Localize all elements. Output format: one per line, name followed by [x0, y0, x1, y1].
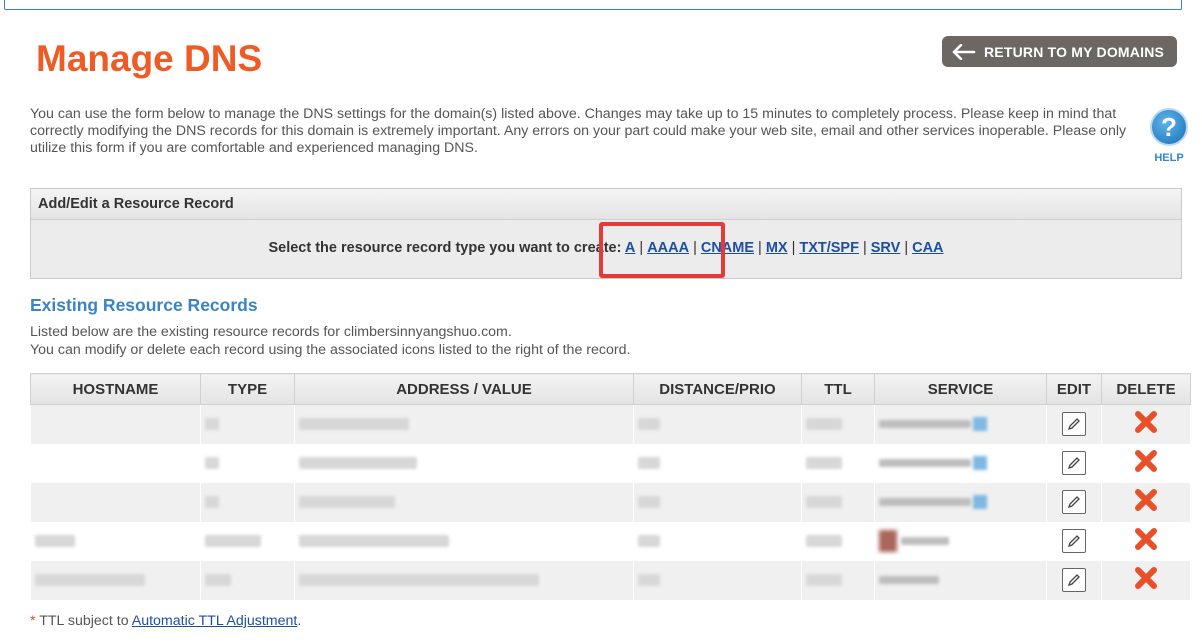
record-type-txt-spf-link[interactable]: TXT/SPF	[799, 240, 859, 256]
hostname-cell	[30, 404, 201, 444]
help-label: HELP	[1154, 152, 1184, 164]
records-table: HOSTNAME TYPE ADDRESS / VALUE DISTANCE/P…	[30, 373, 1191, 600]
address-cell	[294, 482, 634, 522]
service-cell	[874, 443, 1047, 483]
help-link[interactable]: ? HELP	[1148, 108, 1190, 164]
table-row	[30, 443, 1191, 483]
hostname-cell	[30, 443, 201, 483]
page-title: Manage DNS	[36, 38, 263, 79]
edit-cell	[1046, 560, 1102, 600]
type-cell	[200, 482, 295, 522]
type-cell	[200, 560, 295, 600]
record-type-srv-link[interactable]: SRV	[871, 240, 901, 256]
automatic-ttl-adjustment-link[interactable]: Automatic TTL Adjustment	[132, 613, 298, 629]
type-cell	[200, 521, 295, 561]
ttl-cell	[801, 404, 875, 444]
ttl-cell	[801, 521, 875, 561]
edit-cell	[1046, 482, 1102, 522]
add-record-panel: Add/Edit a Resource Record Select the re…	[30, 188, 1182, 279]
col-delete: DELETE	[1101, 373, 1191, 405]
col-edit: EDIT	[1046, 373, 1102, 405]
col-distance: DISTANCE/PRIO	[633, 373, 802, 405]
ttl-cell	[801, 482, 875, 522]
service-cell	[874, 560, 1047, 600]
existing-records-description: Listed below are the existing resource r…	[30, 323, 630, 359]
service-cell	[874, 482, 1047, 522]
delete-x-icon[interactable]	[1133, 565, 1159, 596]
distance-cell	[633, 560, 802, 600]
arrow-left-icon	[952, 43, 976, 60]
ttl-cell	[801, 443, 875, 483]
address-cell	[294, 560, 634, 600]
address-cell	[294, 521, 634, 561]
record-type-selector: Select the resource record type you want…	[268, 240, 944, 256]
col-type: TYPE	[200, 373, 295, 405]
intro-text: You can use the form below to manage the…	[30, 106, 1127, 156]
delete-x-icon[interactable]	[1133, 526, 1159, 557]
distance-cell	[633, 521, 802, 561]
question-circle-icon: ?	[1150, 108, 1188, 146]
top-frame	[4, 0, 1182, 10]
hostname-cell	[30, 560, 201, 600]
return-to-my-domains-button[interactable]: RETURN TO MY DOMAINS	[942, 36, 1177, 67]
edit-pencil-icon[interactable]	[1062, 528, 1086, 553]
edit-cell	[1046, 521, 1102, 561]
add-record-header: Add/Edit a Resource Record	[31, 189, 1181, 220]
record-type-caa-link[interactable]: CAA	[912, 240, 943, 256]
footnote-end: .	[297, 613, 302, 629]
col-address: ADDRESS / VALUE	[294, 373, 634, 405]
table-row	[30, 560, 1191, 600]
delete-cell	[1101, 521, 1191, 561]
delete-x-icon[interactable]	[1133, 487, 1159, 518]
record-type-aaaa-link[interactable]: AAAA	[647, 240, 689, 256]
delete-x-icon[interactable]	[1133, 448, 1159, 479]
hostname-cell	[30, 482, 201, 522]
table-row	[30, 521, 1191, 561]
edit-cell	[1046, 404, 1102, 444]
table-row	[30, 482, 1191, 522]
delete-x-icon[interactable]	[1133, 409, 1159, 440]
service-cell	[874, 404, 1047, 444]
distance-cell	[633, 404, 802, 444]
edit-cell	[1046, 443, 1102, 483]
record-type-mx-link[interactable]: MX	[766, 240, 788, 256]
edit-pencil-icon[interactable]	[1062, 489, 1086, 514]
address-cell	[294, 443, 634, 483]
return-button-label: RETURN TO MY DOMAINS	[984, 43, 1165, 60]
delete-cell	[1101, 560, 1191, 600]
existing-records-line1: Listed below are the existing resource r…	[30, 324, 512, 340]
distance-cell	[633, 443, 802, 483]
existing-records-line2: You can modify or delete each record usi…	[30, 342, 631, 358]
service-cell	[874, 521, 1047, 561]
delete-cell	[1101, 482, 1191, 522]
existing-records-title: Existing Resource Records	[30, 295, 258, 315]
ttl-cell	[801, 560, 875, 600]
table-row	[30, 404, 1191, 444]
type-cell	[200, 404, 295, 444]
footnote-text: TTL subject to	[35, 613, 132, 629]
distance-cell	[633, 482, 802, 522]
ttl-footnote: * TTL subject to Automatic TTL Adjustmen…	[30, 613, 301, 629]
delete-cell	[1101, 443, 1191, 483]
col-ttl: TTL	[801, 373, 875, 405]
address-cell	[294, 404, 634, 444]
delete-cell	[1101, 404, 1191, 444]
type-cell	[200, 443, 295, 483]
hostname-cell	[30, 521, 201, 561]
edit-pencil-icon[interactable]	[1062, 411, 1086, 436]
col-hostname: HOSTNAME	[30, 373, 201, 405]
edit-pencil-icon[interactable]	[1062, 567, 1086, 592]
records-header-row: HOSTNAME TYPE ADDRESS / VALUE DISTANCE/P…	[30, 373, 1191, 405]
record-type-a-link[interactable]: A	[625, 240, 635, 256]
edit-pencil-icon[interactable]	[1062, 450, 1086, 475]
record-type-prompt: Select the resource record type you want…	[268, 240, 622, 256]
col-service: SERVICE	[874, 373, 1047, 405]
record-type-cname-link[interactable]: CNAME	[701, 240, 754, 256]
